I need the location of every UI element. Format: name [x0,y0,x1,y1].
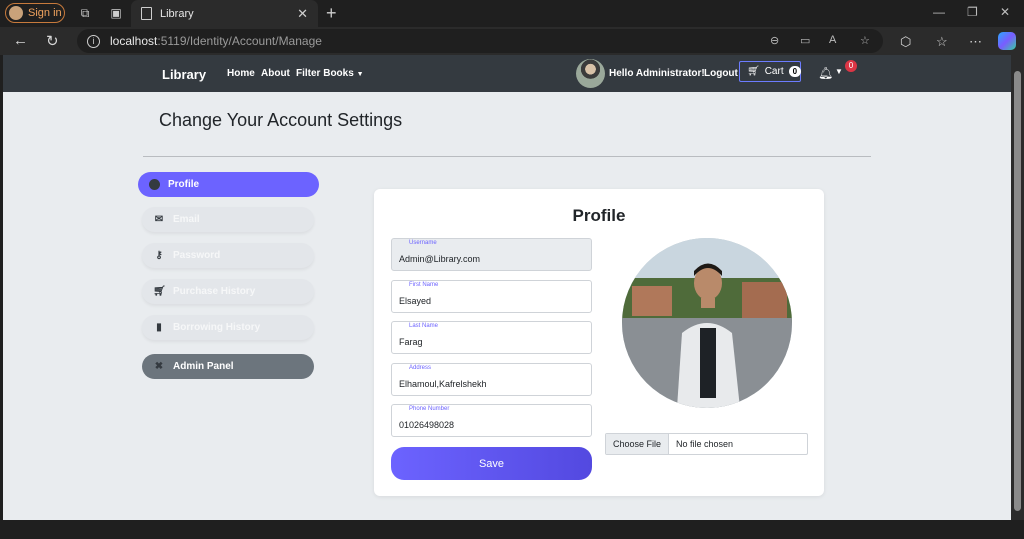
zoom-icon[interactable]: ⊖ [770,34,779,47]
reader-view-icon[interactable]: ▭ [800,34,810,47]
cart-icon: 🛒︎ [153,286,166,297]
cart-icon: 🛒︎ [747,66,760,77]
envelope-icon: ✉ [154,214,164,225]
phone-number-field[interactable]: Phone Number 01026498028 [391,404,592,437]
site-info-icon[interactable]: i [87,34,100,48]
field-label: Address [409,365,432,371]
extensions-icon[interactable]: ⬡ [900,34,911,50]
user-avatar [576,59,605,88]
field-label: First Name [409,282,439,288]
nav-home-link[interactable]: Home [227,68,255,79]
sidebar-item-password[interactable]: ⚷ Password [142,243,314,268]
username-field[interactable]: Username Admin@Library.com [391,238,592,271]
profile-title: Profile [572,206,626,225]
cart-button[interactable]: 🛒︎ Cart 0 [739,61,802,82]
bell-icon[interactable]: 🔔︎ [818,66,833,80]
greeting-text[interactable]: Hello Administrator! [609,68,705,79]
field-label: Username [409,240,437,246]
site-brand[interactable]: Library [162,67,206,82]
profile-photo-illustration [622,238,792,408]
close-tab-icon[interactable]: ✕ [297,6,308,22]
last-name-field[interactable]: Last Name Farag [391,321,592,354]
restore-icon[interactable]: ❐ [967,5,978,19]
site-navbar: Library Home About Filter Books ▼ Hello … [3,55,1011,92]
filter-books-label: Filter Books [296,68,354,79]
field-value: Admin@Library.com [399,254,480,264]
nav-filter-books-dropdown[interactable]: Filter Books ▼ [296,68,364,79]
url-path: :5119/Identity/Account/Manage [157,34,322,48]
close-window-icon[interactable]: ✕ [1000,5,1010,19]
field-value: Elsayed [399,296,432,306]
favorite-star-icon[interactable]: ☆ [860,34,870,47]
browser-tab-bar: Sign in ⧉ ▣ Library ✕ + — ❐ ✕ [0,0,1024,27]
field-value: Farag [399,337,423,347]
sidebar-item-admin-panel[interactable]: ✖ Admin Panel [142,354,314,379]
nav-about-link[interactable]: About [261,68,290,79]
save-button[interactable]: Save [391,447,592,480]
read-aloud-icon[interactable]: A [829,34,836,46]
favorites-icon[interactable]: ☆ [936,34,948,50]
book-icon: ▮ [156,322,162,333]
tools-icon: ✖ [154,361,164,372]
sidebar-item-label: Purchase History [173,286,256,297]
caret-down-icon: ▼ [356,71,364,78]
notifications-caret-icon[interactable]: ▼ [835,67,843,76]
field-value: 01026498028 [399,420,455,430]
sidebar-item-label: Admin Panel [173,361,234,372]
divider [143,156,871,157]
field-label: Last Name [409,323,439,329]
tab-actions-icon[interactable]: ▣ [109,6,123,20]
notification-badge: 0 [845,60,857,72]
profile-avatar-icon [9,6,23,20]
field-label: Phone Number [409,406,450,412]
field-value: Elhamoul,Kafrelshekh [399,379,487,389]
cart-count-badge: 0 [788,66,802,77]
more-options-icon[interactable]: ⋯ [969,34,982,50]
page-scrollbar[interactable] [1011,55,1024,520]
page-title: Change Your Account Settings [159,110,403,130]
scrollbar-thumb[interactable] [1014,71,1021,511]
user-circle-icon [149,179,160,190]
sidebar-item-label: Profile [168,179,200,190]
page-icon [141,7,152,20]
refresh-icon[interactable]: ↻ [46,32,59,50]
minimize-icon[interactable]: — [933,5,945,19]
sidebar-item-profile[interactable]: Profile [138,172,319,197]
url-field[interactable]: i localhost:5119/Identity/Account/Manage [77,29,883,53]
cart-label: Cart [764,66,784,77]
browser-address-bar: ← ↻ i localhost:5119/Identity/Account/Ma… [0,27,1024,55]
no-file-chosen-text: No file chosen [676,439,734,449]
first-name-field[interactable]: First Name Elsayed [391,280,592,313]
back-icon[interactable]: ← [13,32,28,49]
sidebar-item-label: Password [173,250,221,261]
tab-title: Library [160,7,194,20]
profile-card: Profile Username Admin@Library.com First… [374,189,824,496]
key-icon: ⚷ [155,250,163,261]
sidebar-item-purchase-history[interactable]: 🛒︎ Purchase History [142,279,314,304]
copilot-icon[interactable] [998,32,1016,50]
address-field[interactable]: Address Elhamoul,Kafrelshekh [391,363,592,396]
sidebar-item-email[interactable]: ✉ Email [142,207,314,232]
sign-in-label: Sign in [28,7,62,19]
profile-photo [622,238,792,408]
new-tab-icon[interactable]: + [326,3,337,24]
workspaces-icon[interactable]: ⧉ [78,6,92,20]
sidebar-item-borrowing-history[interactable]: ▮ Borrowing History [142,315,314,340]
sidebar-item-label: Email [173,214,200,225]
sidebar-item-label: Borrowing History [173,322,261,333]
url-host: localhost [110,34,158,48]
browser-tab-library[interactable]: Library ✕ [131,0,318,27]
bottom-strip [0,520,1024,539]
page-viewport: Library Home About Filter Books ▼ Hello … [3,55,1011,520]
browser-sign-in-button[interactable]: Sign in [5,3,65,23]
logout-link[interactable]: Logout [704,68,738,79]
profile-photo-file-input[interactable]: Choose File No file chosen [605,433,808,455]
choose-file-button[interactable]: Choose File [606,434,670,454]
